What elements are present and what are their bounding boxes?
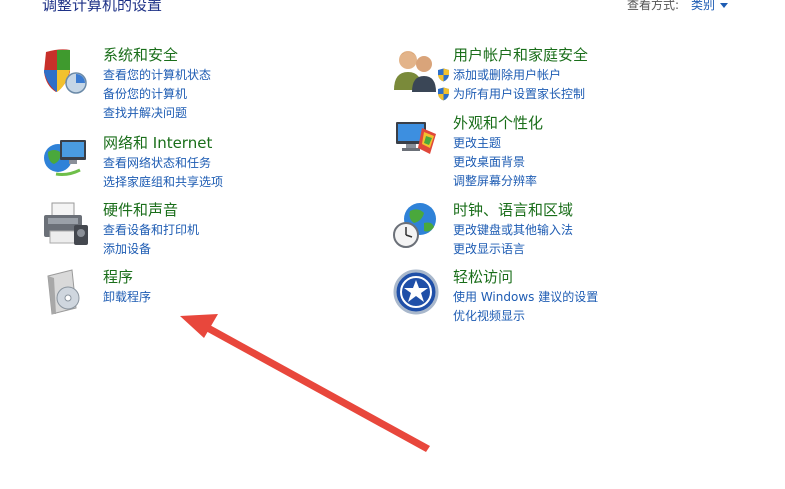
- system-security-title[interactable]: 系统和安全: [103, 46, 178, 64]
- change-display-language-link[interactable]: 更改显示语言: [453, 240, 573, 259]
- uninstall-program-link[interactable]: 卸载程序: [103, 288, 151, 307]
- ease-of-access-title[interactable]: 轻松访问: [453, 268, 513, 286]
- add-device-link[interactable]: 添加设备: [103, 240, 199, 259]
- ease-of-access-icon: [393, 269, 439, 315]
- parental-controls-label: 为所有用户设置家长控制: [453, 87, 586, 101]
- screen-resolution-link[interactable]: 调整屏幕分辨率: [453, 172, 537, 191]
- view-by-label: 查看方式:: [627, 0, 680, 12]
- change-background-link[interactable]: 更改桌面背景: [453, 153, 537, 172]
- network-internet-title[interactable]: 网络和 Internet: [103, 134, 212, 152]
- users-icon: [394, 51, 436, 92]
- clock-globe-icon: [393, 203, 436, 248]
- network-globe-icon: [44, 140, 86, 176]
- user-accounts-title[interactable]: 用户帐户和家庭安全: [453, 46, 588, 64]
- personalization-monitor-icon: [396, 122, 436, 154]
- change-theme-link[interactable]: 更改主题: [453, 134, 537, 153]
- appearance-title[interactable]: 外观和个性化: [453, 114, 543, 132]
- change-input-method-link[interactable]: 更改键盘或其他输入法: [453, 221, 573, 240]
- view-computer-status-link[interactable]: 查看您的计算机状态: [103, 66, 211, 85]
- backup-computer-link[interactable]: 备份您的计算机: [103, 85, 211, 104]
- printer-icon: [44, 202, 88, 245]
- view-network-status-link[interactable]: 查看网络状态和任务: [103, 154, 223, 173]
- hardware-sound-title[interactable]: 硬件和声音: [103, 201, 178, 219]
- add-remove-users-link[interactable]: 添加或删除用户帐户: [437, 66, 585, 85]
- add-remove-users-label: 添加或删除用户帐户: [453, 68, 562, 82]
- view-by-dropdown[interactable]: 类别: [691, 0, 729, 12]
- uac-shield-icon: [438, 68, 449, 82]
- view-by-value: 类别: [691, 0, 716, 12]
- troubleshoot-link[interactable]: 查找并解决问题: [103, 104, 211, 123]
- view-by: 查看方式: 类别: [627, 0, 729, 13]
- chevron-down-icon: [720, 3, 729, 8]
- clock-language-title[interactable]: 时钟、语言和区域: [453, 201, 573, 219]
- devices-printers-link[interactable]: 查看设备和打印机: [103, 221, 199, 240]
- parental-controls-link[interactable]: 为所有用户设置家长控制: [437, 85, 585, 104]
- page-title: 调整计算机的设置: [42, 0, 163, 14]
- programs-icon: [47, 269, 80, 315]
- programs-title[interactable]: 程序: [103, 268, 133, 286]
- homegroup-sharing-link[interactable]: 选择家庭组和共享选项: [103, 173, 223, 192]
- optimize-video-link[interactable]: 优化视频显示: [453, 307, 598, 326]
- recommended-settings-link[interactable]: 使用 Windows 建议的设置: [453, 288, 598, 307]
- uac-shield-icon: [438, 87, 449, 101]
- shield-security-icon: [44, 49, 87, 94]
